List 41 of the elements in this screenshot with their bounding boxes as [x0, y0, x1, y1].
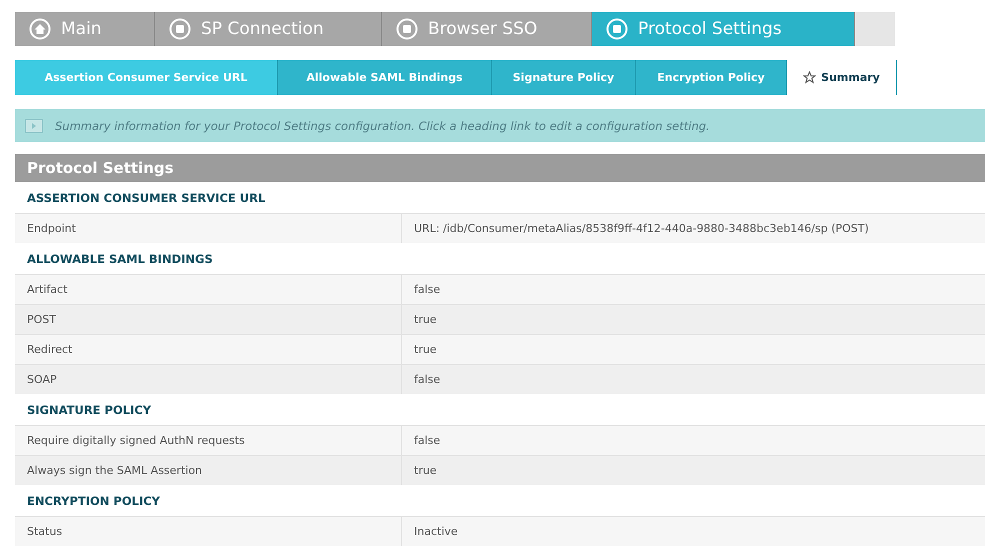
main-tab[interactable]: Main — [15, 12, 155, 46]
sub-tab[interactable]: Signature Policy — [492, 60, 636, 95]
setting-label: Redirect — [26, 342, 74, 358]
sub-tab[interactable]: Allowable SAML Bindings — [278, 60, 492, 95]
section-heading[interactable]: ENCRYPTION POLICY — [15, 485, 985, 516]
sub-tab[interactable]: Encryption Policy — [636, 60, 787, 95]
info-icon — [25, 118, 43, 132]
tab-label: SP Connection — [201, 19, 324, 39]
main-tab[interactable]: SP Connection — [155, 12, 382, 46]
tab-label: Signature Policy — [512, 71, 614, 84]
setting-label: Require digitally signed AuthN requests — [26, 433, 246, 449]
tab-label: Summary — [821, 71, 880, 84]
setting-value: Inactive — [401, 517, 985, 546]
tab-label: Browser SSO — [428, 19, 538, 39]
setting-label: Always sign the SAML Assertion — [26, 463, 204, 479]
setting-value: true — [401, 456, 985, 485]
star-icon — [803, 71, 816, 84]
setting-value: false — [401, 365, 985, 394]
tab-label: Assertion Consumer Service URL — [44, 71, 248, 84]
stop-icon — [606, 18, 628, 40]
tab-label: Encryption Policy — [657, 71, 765, 84]
tab-label: Allowable SAML Bindings — [306, 71, 463, 84]
home-icon — [29, 18, 51, 40]
setting-label: POST — [26, 312, 57, 328]
main-tab[interactable]: Browser SSO — [382, 12, 592, 46]
section-heading[interactable]: ASSERTION CONSUMER SERVICE URL — [15, 182, 985, 213]
stop-icon — [396, 18, 418, 40]
setting-label: Endpoint — [26, 221, 77, 237]
section-heading[interactable]: ALLOWABLE SAML BINDINGS — [15, 243, 985, 274]
sub-tab[interactable]: Assertion Consumer Service URL — [15, 60, 278, 95]
main-tab[interactable]: Protocol Settings — [592, 12, 855, 46]
tab-label: Main — [61, 19, 102, 39]
setting-value: URL: /idb/Consumer/metaAlias/8538f9ff-4f12-440a-9880-3488bc3eb146/sp (POST) — [401, 214, 985, 243]
setting-label: Status — [26, 524, 64, 540]
stop-icon — [169, 18, 191, 40]
panel-title: Protocol Settings — [15, 154, 985, 182]
setting-label: Artifact — [26, 282, 68, 298]
section-heading[interactable]: SIGNATURE POLICY — [15, 394, 985, 425]
setting-label: SOAP — [26, 372, 58, 388]
info-text: Summary information for your Protocol Settings configuration. Click a heading link to edit a configuration setting. — [55, 118, 710, 132]
tab-label: Protocol Settings — [638, 19, 782, 39]
